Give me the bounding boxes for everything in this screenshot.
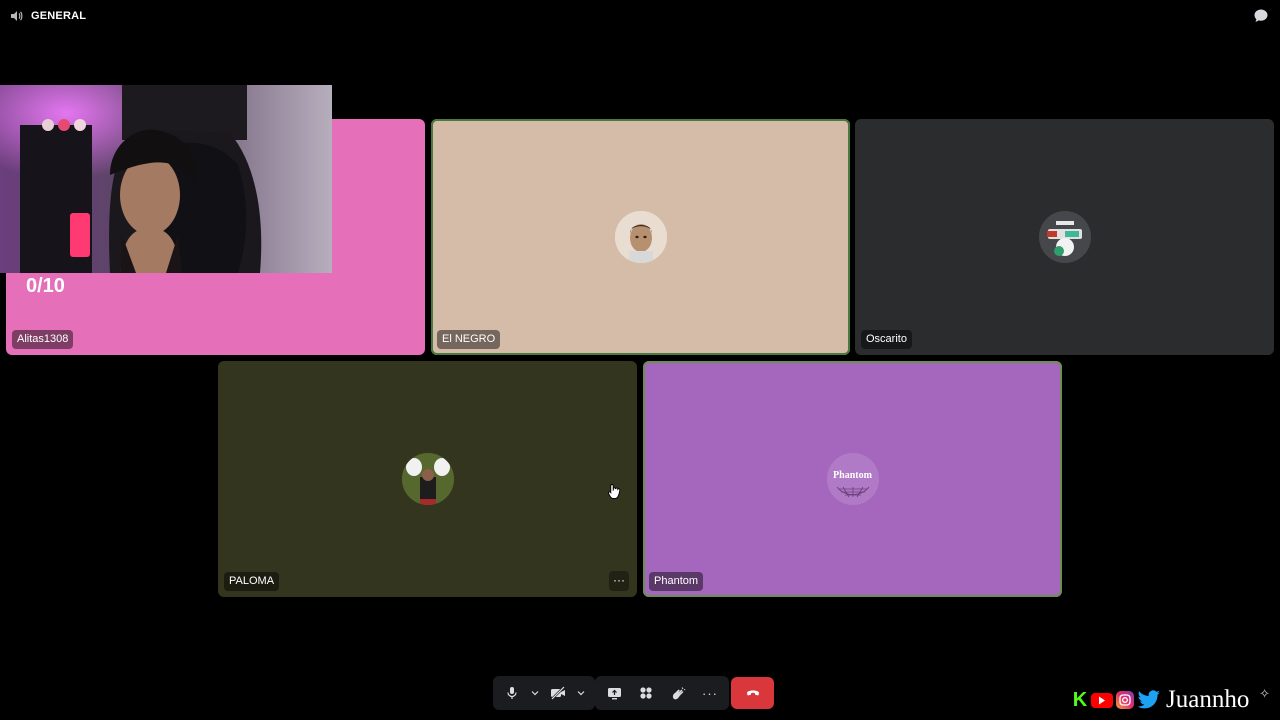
soundboard-icon[interactable] — [663, 680, 693, 706]
chevron-down-icon[interactable] — [573, 680, 589, 706]
avatar — [614, 211, 667, 263]
hand-cursor-icon — [608, 484, 621, 499]
participant-name: PALOMA — [224, 572, 280, 591]
streamer-handle: Juannho — [1166, 686, 1250, 713]
twitter-icon — [1137, 690, 1161, 709]
avatar — [401, 453, 454, 505]
screen-share-icon[interactable] — [599, 680, 629, 706]
participant-name: Phantom — [649, 572, 704, 591]
instagram-icon — [1116, 691, 1134, 709]
chevron-down-icon[interactable] — [527, 680, 543, 706]
speaker-icon — [11, 11, 23, 21]
actions-group: ··· — [595, 676, 729, 710]
channel-header: GENERAL — [10, 8, 86, 24]
participant-name: Oscarito — [861, 330, 912, 349]
disconnect-button[interactable] — [731, 677, 774, 709]
actions-controls: ··· — [595, 676, 729, 710]
youtube-icon — [1091, 692, 1113, 708]
phone-hangup-icon — [746, 690, 759, 696]
score-counter: 0/10 — [26, 275, 65, 297]
streamer-branding: K Juannho — [1072, 686, 1249, 714]
avatar — [1038, 211, 1091, 263]
camera-off-icon[interactable] — [545, 680, 571, 706]
participant-name: Alitas1308 — [12, 330, 74, 349]
activities-icon[interactable] — [631, 680, 661, 706]
more-label: ··· — [702, 685, 718, 701]
channel-name: GENERAL — [31, 10, 87, 22]
voice-controls — [493, 676, 595, 710]
kick-icon: K — [1072, 688, 1088, 711]
sparkle-icon: ✧ — [1259, 686, 1270, 701]
participant-tile-phantom[interactable]: Phantom Phantom — [643, 361, 1062, 597]
streamer-webcam — [0, 85, 332, 273]
participant-tile-oscarito[interactable]: Oscarito — [855, 119, 1274, 355]
avatar-label: Phantom — [833, 470, 872, 481]
avatar: Phantom — [826, 453, 879, 505]
mic-camera-group — [493, 676, 595, 710]
participant-tile-el-negro[interactable]: El NEGRO — [431, 119, 850, 355]
participant-tile-paloma[interactable]: PALOMA ··· — [218, 361, 637, 597]
chat-bubble-icon[interactable] — [1253, 8, 1269, 24]
microphone-icon[interactable] — [499, 680, 525, 706]
more-icon[interactable]: ··· — [695, 680, 725, 706]
participant-name: El NEGRO — [437, 330, 501, 349]
tile-more-button[interactable]: ··· — [609, 571, 629, 591]
